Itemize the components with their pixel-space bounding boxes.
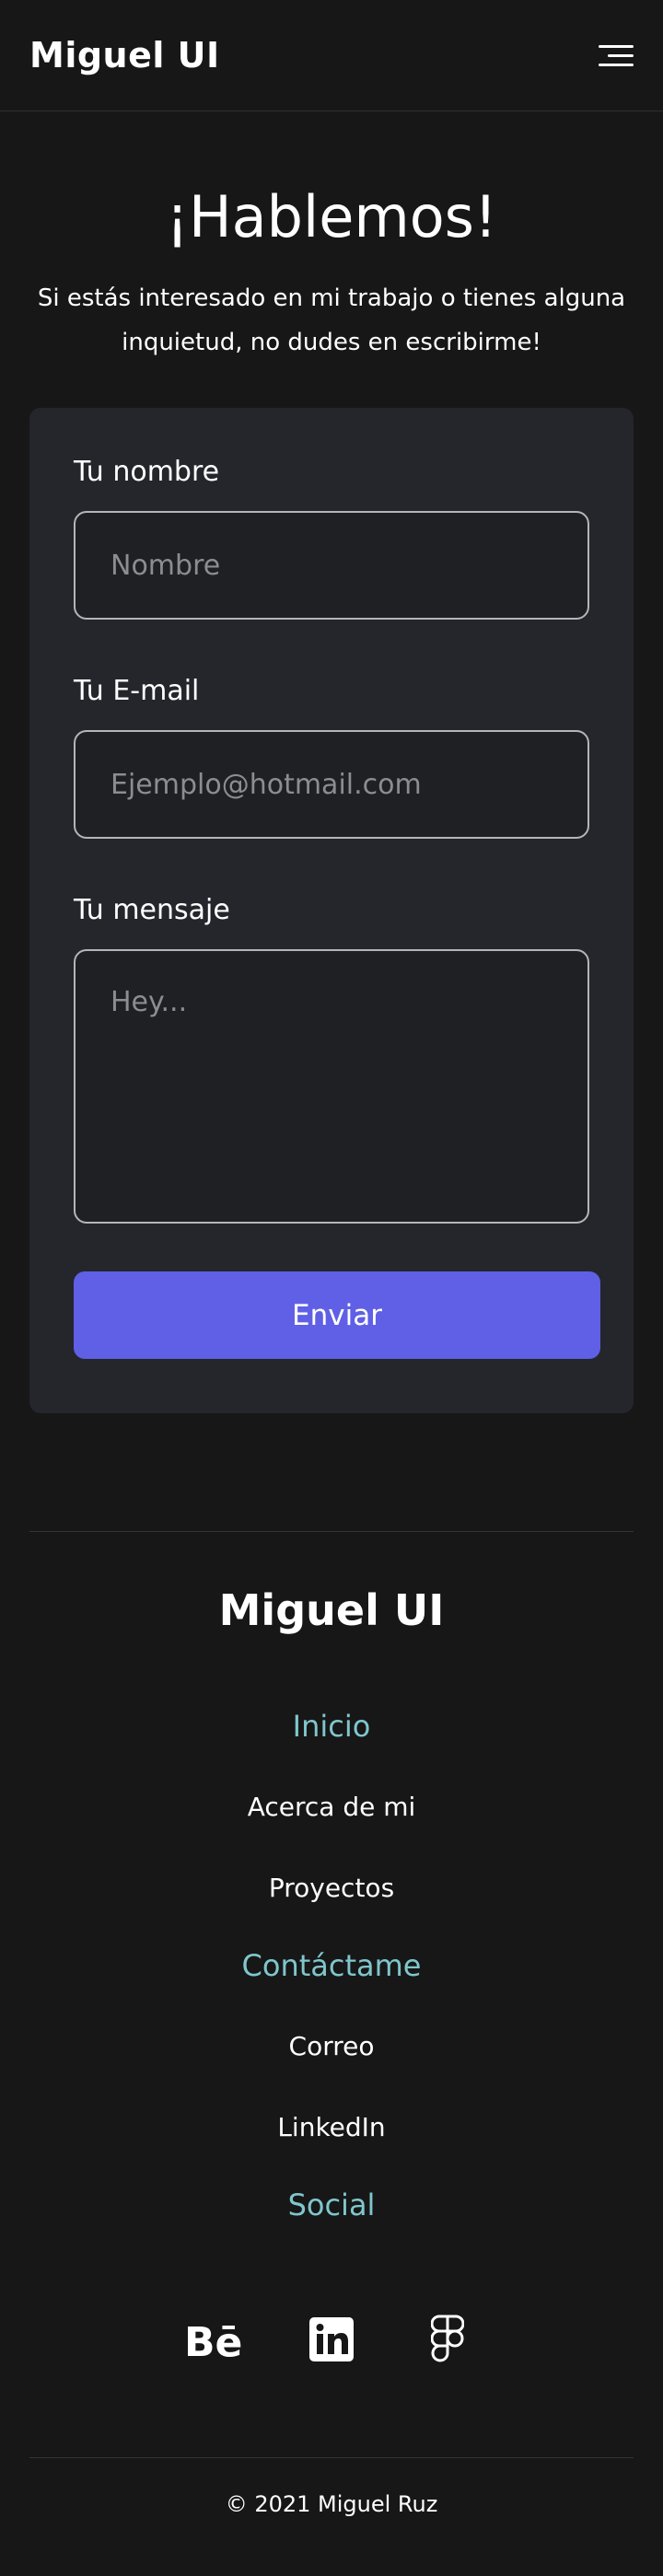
menu-line — [599, 44, 634, 48]
email-label: Tu E-mail — [74, 675, 200, 707]
svg-text:Bē: Bē — [184, 2319, 242, 2360]
copyright-text: © 2021 Miguel Ruz — [225, 2491, 438, 2517]
message-label: Tu mensaje — [74, 894, 230, 926]
footer-link-about[interactable]: Acerca de mi — [0, 1767, 663, 1848]
hamburger-menu-icon[interactable] — [597, 37, 634, 74]
page-subtitle: Si estás interesado en mi trabajo o tien… — [37, 284, 626, 356]
footer-brand: Miguel UI — [218, 1585, 445, 1635]
name-label: Tu nombre — [74, 456, 220, 488]
social-icons: Bē — [0, 2314, 663, 2365]
message-textarea[interactable] — [74, 949, 589, 1224]
brand-logo[interactable]: Miguel UI — [29, 35, 220, 75]
menu-line — [599, 63, 634, 66]
figma-icon[interactable] — [415, 2314, 480, 2365]
footer-heading-inicio[interactable]: Inicio — [0, 1699, 663, 1754]
navbar: Miguel UI — [0, 0, 663, 111]
name-input[interactable] — [74, 511, 589, 620]
linkedin-icon[interactable] — [299, 2314, 364, 2365]
email-input[interactable] — [74, 730, 589, 839]
footer-link-projects[interactable]: Proyectos — [0, 1848, 663, 1929]
menu-line — [608, 53, 634, 57]
footer-link-email[interactable]: Correo — [0, 2006, 663, 2087]
footer-divider — [29, 1531, 634, 1532]
footer-link-linkedin[interactable]: LinkedIn — [0, 2087, 663, 2168]
footer-heading-contact[interactable]: Contáctame — [0, 1938, 663, 1993]
send-button[interactable]: Enviar — [74, 1271, 600, 1359]
page-title: ¡Hablemos! — [166, 183, 497, 250]
footer-nav: Inicio Acerca de mi Proyectos Contáctame… — [0, 1699, 663, 2233]
footer-bottom-divider — [29, 2457, 634, 2458]
footer-heading-social: Social — [287, 2187, 376, 2222]
contact-form: Tu nombre Tu E-mail Tu mensaje Enviar — [29, 408, 634, 1413]
behance-icon[interactable]: Bē — [183, 2314, 248, 2365]
